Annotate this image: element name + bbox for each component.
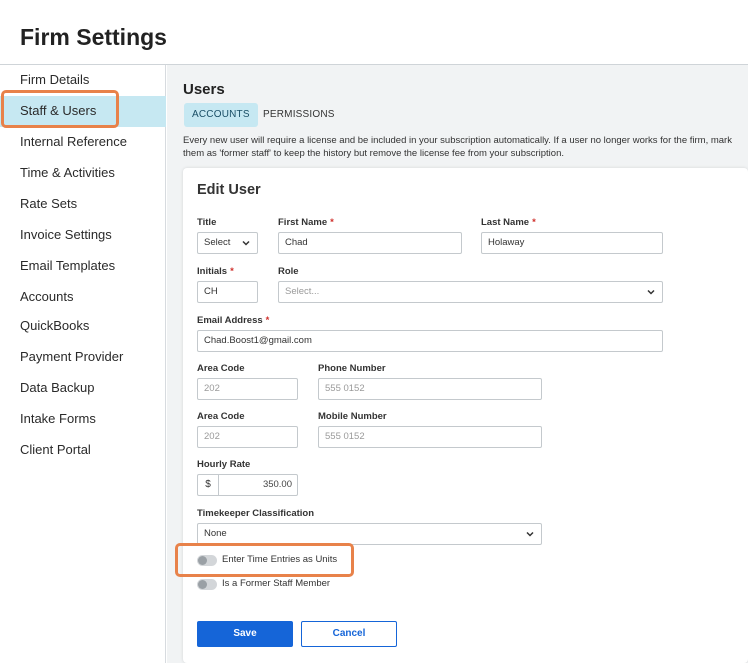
former-staff-toggle-label: Is a Former Staff Member <box>222 578 331 589</box>
email-input[interactable]: Chad.Boost1@gmail.com <box>197 330 663 352</box>
role-label: Role <box>278 266 299 277</box>
sidebar-item-rate-sets[interactable]: Rate Sets <box>0 189 166 220</box>
sidebar-item-data-backup[interactable]: Data Backup <box>0 373 166 404</box>
timekeeper-classification-value: None <box>204 528 227 539</box>
currency-prefix: $ <box>198 475 219 495</box>
required-marker: * <box>265 315 270 326</box>
sidebar-item-client-portal[interactable]: Client Portal <box>0 435 166 466</box>
phone-area-code-input[interactable]: 202 <box>197 378 298 400</box>
required-marker: * <box>532 217 536 228</box>
sidebar-item-internal-reference[interactable]: Internal Reference <box>0 127 166 158</box>
hourly-rate-value: 350.00 <box>262 479 292 490</box>
page-title: Firm Settings <box>20 24 167 50</box>
first-name-label: First Name * <box>278 217 334 228</box>
toggle-knob <box>198 556 207 565</box>
chevron-down-icon <box>526 531 534 537</box>
last-name-input[interactable]: Holaway <box>481 232 663 254</box>
sidebar: Firm Details Staff & Users Internal Refe… <box>0 65 166 663</box>
sidebar-item-staff-users[interactable]: Staff & Users <box>0 96 166 127</box>
title-select[interactable]: Select <box>197 232 258 254</box>
edit-user-card: Edit User Title Select First Name * Chad … <box>183 168 748 663</box>
title-label: Title <box>197 217 217 228</box>
save-button[interactable]: Save <box>197 621 293 647</box>
required-marker: * <box>230 266 234 277</box>
timekeeper-classification-select[interactable]: None <box>197 523 542 545</box>
units-toggle[interactable] <box>197 555 217 566</box>
mobile-number-input[interactable]: 555 0152 <box>318 426 542 448</box>
mobile-area-code-input[interactable]: 202 <box>197 426 298 448</box>
sidebar-item-invoice-settings[interactable]: Invoice Settings <box>0 220 166 251</box>
tab-accounts[interactable]: ACCOUNTS <box>184 103 258 127</box>
phone-area-code-label: Area Code <box>197 363 245 374</box>
required-marker: * <box>330 217 334 228</box>
mobile-number-label: Mobile Number <box>318 411 387 422</box>
phone-number-input[interactable]: 555 0152 <box>318 378 542 400</box>
sidebar-item-firm-details[interactable]: Firm Details <box>0 65 166 96</box>
first-name-input[interactable]: Chad <box>278 232 462 254</box>
sidebar-item-payment-provider[interactable]: Payment Provider <box>0 342 166 373</box>
chevron-down-icon <box>242 240 250 246</box>
last-name-label: Last Name * <box>481 217 536 228</box>
cancel-button[interactable]: Cancel <box>301 621 397 647</box>
role-select-placeholder: Select... <box>285 286 320 297</box>
hourly-rate-label: Hourly Rate <box>197 459 251 470</box>
main-content: Users ACCOUNTS PERMISSIONS Every new use… <box>167 65 748 663</box>
phone-number-label: Phone Number <box>318 363 386 374</box>
sidebar-item-email-templates[interactable]: Email Templates <box>0 251 166 282</box>
initials-label: Initials * <box>197 266 234 277</box>
former-staff-toggle[interactable] <box>197 579 217 590</box>
sidebar-item-accounts[interactable]: Accounts <box>0 282 166 313</box>
hourly-rate-input[interactable]: $ 350.00 <box>197 474 298 496</box>
sidebar-item-time-activities[interactable]: Time & Activities <box>0 158 166 189</box>
initials-input[interactable]: CH <box>197 281 258 303</box>
sidebar-item-quickbooks[interactable]: QuickBooks <box>0 311 166 342</box>
units-toggle-label: Enter Time Entries as Units <box>222 554 338 565</box>
email-label: Email Address * <box>197 315 270 326</box>
title-select-value: Select <box>204 237 231 248</box>
role-select[interactable]: Select... <box>278 281 663 303</box>
timekeeper-classification-label: Timekeeper Classification <box>197 508 315 519</box>
toggle-knob <box>198 580 207 589</box>
mobile-area-code-label: Area Code <box>197 411 245 422</box>
license-notice: Every new user will require a license an… <box>183 135 732 159</box>
tab-permissions[interactable]: PERMISSIONS <box>255 103 343 127</box>
chevron-down-icon <box>647 289 655 295</box>
sidebar-item-intake-forms[interactable]: Intake Forms <box>0 404 166 435</box>
section-title: Users <box>183 81 225 98</box>
card-title: Edit User <box>197 182 261 198</box>
